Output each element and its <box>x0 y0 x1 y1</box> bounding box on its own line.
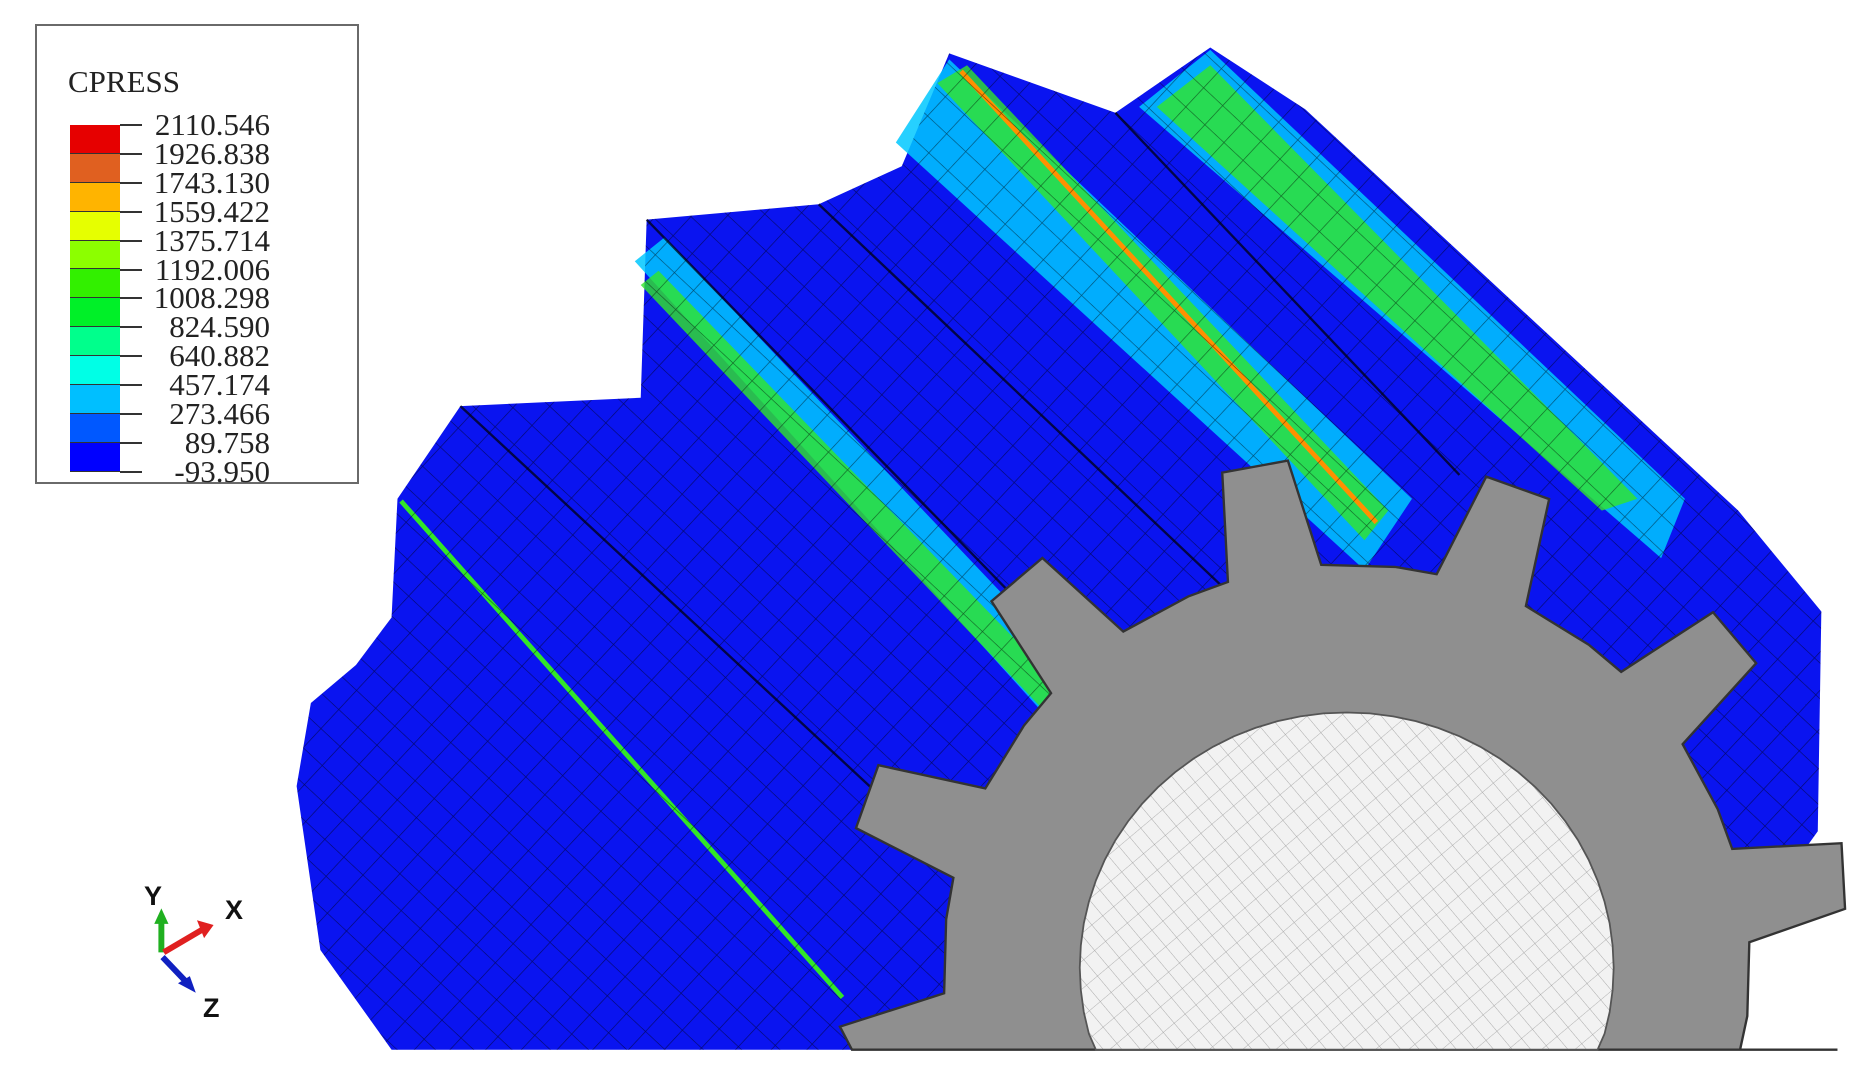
axis-triad <box>154 908 214 993</box>
y-axis-label: Y <box>144 881 163 911</box>
x-axis-arrow <box>162 926 206 955</box>
z-axis-arrow <box>160 955 190 986</box>
legend-value: 1375.714 <box>153 222 270 258</box>
z-axis-label: Z <box>203 993 220 1023</box>
contour-legend: CPRESS 2110.546 1926.838 1743.130 1559.422 1… <box>35 24 359 489</box>
x-axis-label: X <box>225 895 244 925</box>
legend-title: CPRESS <box>68 64 181 99</box>
legend-value: -93.950 <box>174 453 270 489</box>
